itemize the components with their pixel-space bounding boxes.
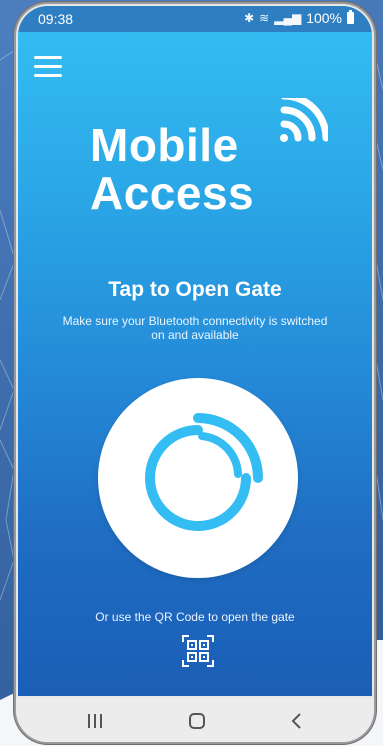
brand-line-2: Access (90, 167, 255, 219)
home-icon[interactable] (182, 710, 212, 732)
open-gate-button[interactable] (98, 378, 298, 578)
back-icon[interactable] (282, 710, 312, 732)
status-icons: ✱ ≋ ▂▄▆ 100% (244, 10, 354, 26)
phone-frame: 09:38 ✱ ≋ ▂▄▆ 100% Mobile Access Tap to … (14, 2, 376, 744)
page-title: Tap to Open Gate (108, 278, 282, 301)
page-subtitle: Make sure your Bluetooth connectivity is… (62, 314, 328, 342)
wifi-icon: ≋ (259, 11, 270, 25)
brand-line-1: Mobile (90, 119, 239, 171)
status-bar: 09:38 ✱ ≋ ▂▄▆ 100% (18, 6, 372, 32)
bluetooth-icon: ✱ (244, 11, 255, 25)
status-time: 09:38 (38, 11, 74, 27)
brand-logo: Mobile Access (90, 98, 328, 222)
recent-apps-icon[interactable] (80, 710, 110, 732)
battery-icon (347, 10, 354, 24)
android-nav-bar (16, 698, 374, 742)
app-screen: 09:38 ✱ ≋ ▂▄▆ 100% Mobile Access Tap to … (18, 6, 372, 696)
qr-prompt: Or use the QR Code to open the gate (95, 610, 295, 624)
circular-arc-icon (145, 413, 263, 531)
wireless-signal-icon (280, 98, 328, 142)
qr-code-icon[interactable] (181, 634, 215, 668)
signal-icon: ▂▄▆ (274, 11, 302, 25)
battery-percent: 100% (306, 10, 342, 26)
hamburger-menu-icon[interactable] (34, 56, 62, 78)
